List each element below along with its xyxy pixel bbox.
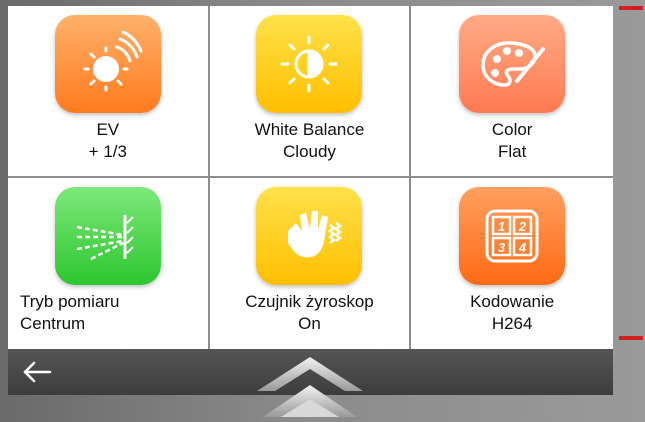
tile-encoding-value: H264: [491, 313, 533, 333]
palette-icon: [459, 15, 566, 113]
tile-ev-title: EV: [96, 120, 120, 139]
sun-brightness-icon: [54, 15, 161, 113]
tile-white-balance-value: Cloudy: [283, 142, 336, 161]
tile-metering[interactable]: Tryb pomiaru Centrum: [8, 177, 210, 349]
tile-ev-label: EV + 1/3: [89, 119, 127, 163]
tile-ev[interactable]: EV + 1/3: [8, 6, 210, 178]
tile-color-value: Flat: [497, 142, 527, 161]
grid-digit-1: 1: [498, 219, 505, 234]
tile-metering-title: Tryb pomiaru: [20, 291, 120, 311]
settings-panel: EV + 1/3 White Balance Cloudy Color Flat…: [8, 6, 613, 349]
grid-digit-4: 4: [518, 240, 527, 255]
tile-color[interactable]: Color Flat: [411, 6, 613, 178]
tile-white-balance[interactable]: White Balance Cloudy: [209, 6, 412, 178]
tile-color-title: Color: [491, 120, 533, 139]
tile-gyro[interactable]: Czujnik żyroskop On: [210, 177, 412, 349]
tile-white-balance-label: White Balance Cloudy: [255, 119, 365, 163]
tile-metering-label: Tryb pomiaru Centrum: [8, 291, 120, 335]
accent-line-top: [619, 6, 643, 10]
tile-color-label: Color Flat: [492, 119, 533, 163]
tile-encoding[interactable]: 1 2 3 4 Kodowanie H264: [411, 178, 613, 350]
accent-line-bottom: [619, 336, 643, 340]
back-button[interactable]: [20, 355, 54, 389]
chevron-up-icon[interactable]: [255, 355, 365, 422]
grid-1234-icon: 1 2 3 4: [459, 186, 566, 285]
grid-digit-2: 2: [518, 219, 527, 234]
grid-digit-3: 3: [498, 240, 506, 255]
tile-gyro-value: On: [298, 313, 321, 333]
tile-metering-value: Centrum: [20, 313, 86, 333]
metering-icon: [54, 186, 161, 285]
tile-white-balance-title: White Balance: [254, 120, 365, 139]
tile-gyro-title: Czujnik żyroskop: [245, 291, 374, 311]
hand-vibration-icon: [256, 186, 363, 285]
arrow-left-icon: [23, 361, 52, 383]
tile-gyro-label: Czujnik żyroskop On: [245, 291, 374, 335]
tile-ev-value: + 1/3: [88, 142, 127, 161]
tile-encoding-title: Kodowanie: [470, 291, 555, 311]
tile-encoding-label: Kodowanie H264: [470, 291, 554, 335]
white-balance-icon: [256, 15, 363, 113]
